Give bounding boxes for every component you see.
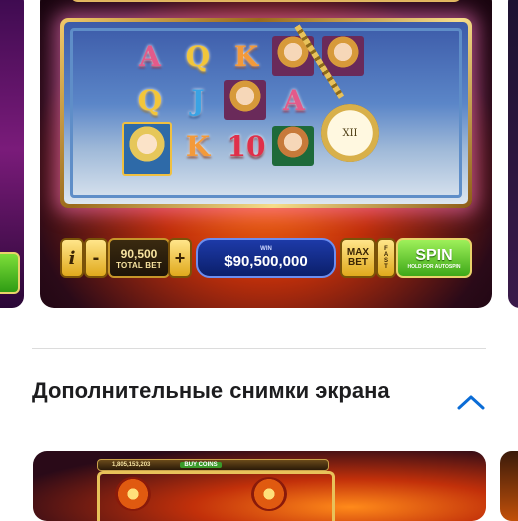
info-button[interactable]: i xyxy=(60,238,84,278)
reel-symbol: K xyxy=(233,39,259,73)
increase-bet-button[interactable]: + xyxy=(168,238,192,278)
total-bet-display: 90,500 TOTAL BET xyxy=(108,238,170,278)
spin-label: SPIN xyxy=(415,246,453,264)
lion-symbol xyxy=(251,477,287,511)
slot-reel-area: A Q K Q J A K 10 XII xyxy=(64,22,468,204)
lion-symbol xyxy=(115,477,151,511)
win-value: $90,500,000 xyxy=(224,252,308,270)
spin-button[interactable]: SPIN HOLD FOR AUTOSPIN xyxy=(396,238,472,278)
section-title: Дополнительные снимки экрана xyxy=(32,378,390,403)
fast-toggle[interactable]: FAST xyxy=(376,238,396,278)
reel-symbol: A xyxy=(283,83,305,117)
next-additional-screenshot-thumbnail[interactable] xyxy=(500,451,518,521)
spin-sub-label: HOLD FOR AUTOSPIN xyxy=(407,263,461,270)
game-top-bar xyxy=(70,0,462,2)
screenshot-main[interactable]: A Q K Q J A K 10 XII i - 90,500 TOTAL BE… xyxy=(40,0,492,308)
reel-symbol: 10 xyxy=(226,129,266,163)
max-bet-label-line2: BET xyxy=(348,257,368,268)
game-top-bar: 1,805,153,203 BUY COINS xyxy=(97,459,329,471)
chevron-up-icon[interactable] xyxy=(456,392,486,412)
reel-symbol: Q xyxy=(185,39,211,73)
fox-symbol xyxy=(224,80,266,120)
previous-screenshot-thumbnail[interactable] xyxy=(0,0,24,308)
slot-reel-frame: A Q K Q J A K 10 XII xyxy=(60,18,472,208)
queen-portrait-symbol xyxy=(272,126,314,166)
total-bet-value: 90,500 xyxy=(120,246,158,261)
total-bet-label: TOTAL BET xyxy=(116,260,162,270)
decrease-bet-button[interactable]: - xyxy=(84,238,108,278)
coins-balance: 1,805,153,203 xyxy=(112,462,151,468)
buy-coins-button: BUY COINS xyxy=(180,462,222,468)
queen-wild-symbol xyxy=(122,122,172,176)
pocket-watch-icon: XII xyxy=(321,104,379,162)
reel-symbol: Q xyxy=(137,83,163,117)
section-divider xyxy=(32,348,486,349)
win-display: WIN $90,500,000 xyxy=(196,238,336,278)
reel-symbol: A xyxy=(139,39,161,73)
reel-symbol: J xyxy=(191,83,205,117)
next-screenshot-thumbnail[interactable] xyxy=(508,0,518,308)
max-bet-button[interactable]: MAX BET xyxy=(340,238,376,278)
reel-symbol: K xyxy=(185,129,211,163)
additional-screenshot-thumbnail[interactable]: 1,805,153,203 BUY COINS xyxy=(33,451,486,521)
previous-spin-button-image xyxy=(0,252,20,294)
win-label: WIN xyxy=(260,245,272,252)
